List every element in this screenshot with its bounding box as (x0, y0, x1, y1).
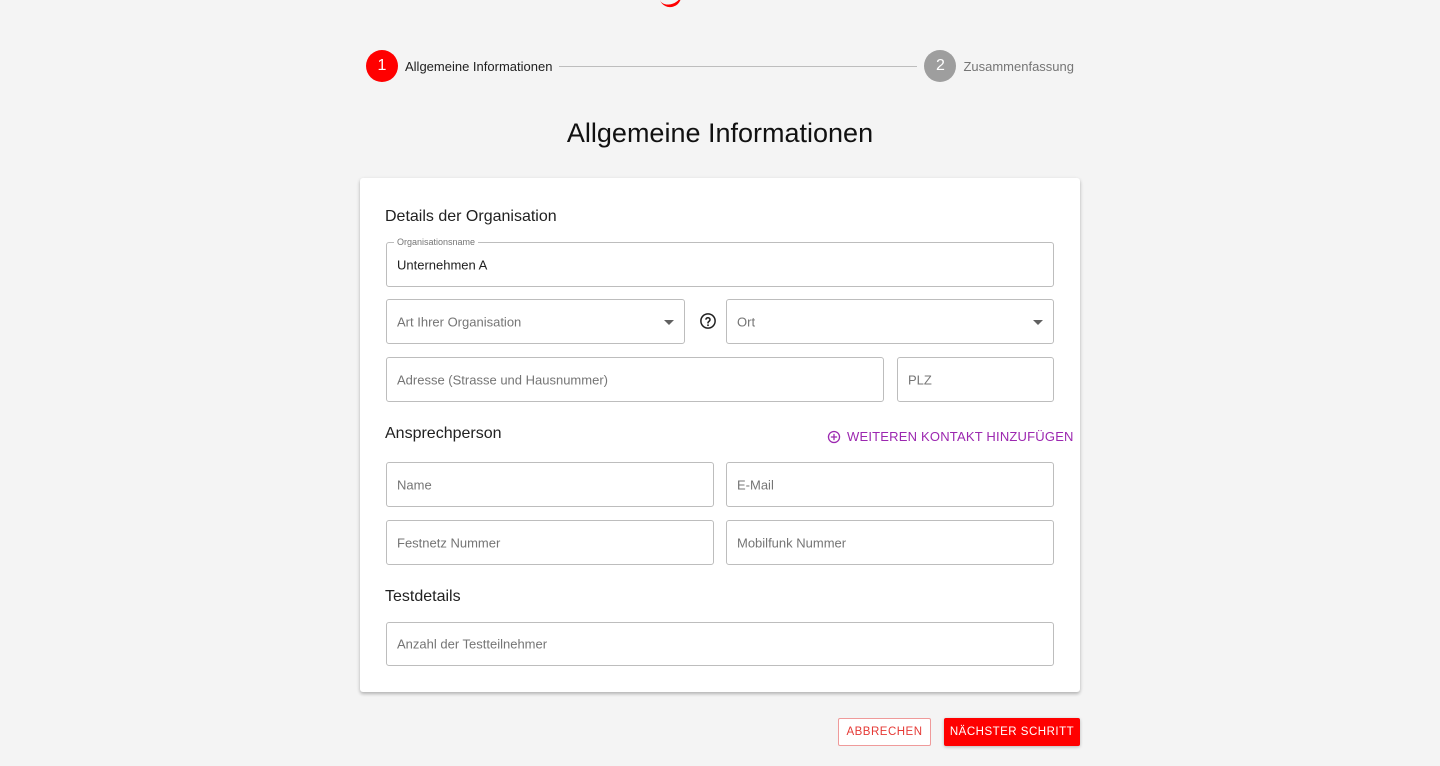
logo-fragment (657, 0, 685, 11)
step-connector (559, 65, 918, 67)
organization-name-label: Organisationsname (394, 237, 479, 248)
form-card: Details der Organisation Organisationsna… (360, 178, 1080, 692)
step-general-info[interactable]: 1 Allgemeine Informationen (366, 50, 552, 82)
section-title-organization: Details der Organisation (385, 208, 557, 225)
step-summary[interactable]: 2 Zusammenfassung (924, 50, 1074, 82)
location-select[interactable]: Ort (726, 299, 1054, 344)
organization-name-field[interactable]: Organisationsname Unternehmen A (386, 237, 1054, 287)
organization-type-placeholder: Art Ihrer Organisation (397, 314, 522, 329)
caret-down-icon (1033, 319, 1043, 325)
cancel-button[interactable]: ABBRECHEN (838, 718, 931, 746)
organization-type-select[interactable]: Art Ihrer Organisation (386, 299, 685, 344)
zip-field[interactable]: PLZ (897, 357, 1054, 402)
landline-field[interactable]: Festnetz Nummer (386, 520, 714, 565)
add-circle-icon (827, 430, 841, 443)
help-icon[interactable] (699, 312, 717, 330)
zip-placeholder: PLZ (908, 372, 932, 387)
step-number: 2 (924, 50, 957, 82)
next-step-button[interactable]: NÄCHSTER SCHRITT (944, 718, 1080, 746)
step-label: Zusammenfassung (963, 58, 1074, 74)
add-contact-button[interactable]: WEITEREN KONTAKT HINZUFÜGEN (821, 427, 1080, 446)
contact-name-placeholder: Name (397, 477, 432, 492)
step-number: 1 (366, 50, 398, 82)
participants-placeholder: Anzahl der Testteilnehmer (397, 636, 548, 652)
section-title-test: Testdetails (385, 588, 461, 605)
location-placeholder: Ort (737, 314, 756, 329)
step-label: Allgemeine Informationen (405, 58, 553, 74)
organization-name-value: Unternehmen A (397, 257, 488, 272)
participants-field[interactable]: Anzahl der Testteilnehmer (386, 622, 1054, 666)
mobile-placeholder: Mobilfunk Nummer (737, 535, 847, 550)
contact-name-field[interactable]: Name (386, 462, 714, 507)
mobile-field[interactable]: Mobilfunk Nummer (726, 520, 1054, 565)
landline-placeholder: Festnetz Nummer (397, 535, 501, 550)
stepper: 1 Allgemeine Informationen 2 Zusammenfas… (366, 50, 1074, 82)
section-title-contact: Ansprechperson (385, 425, 502, 442)
add-contact-label: WEITEREN KONTAKT HINZUFÜGEN (847, 429, 1074, 444)
email-placeholder: E-Mail (737, 477, 774, 492)
email-field[interactable]: E-Mail (726, 462, 1054, 507)
page-title: Allgemeine Informationen (566, 118, 874, 148)
address-field[interactable]: Adresse (Strasse und Hausnummer) (386, 357, 884, 402)
caret-down-icon (664, 319, 674, 325)
address-placeholder: Adresse (Strasse und Hausnummer) (397, 372, 608, 387)
